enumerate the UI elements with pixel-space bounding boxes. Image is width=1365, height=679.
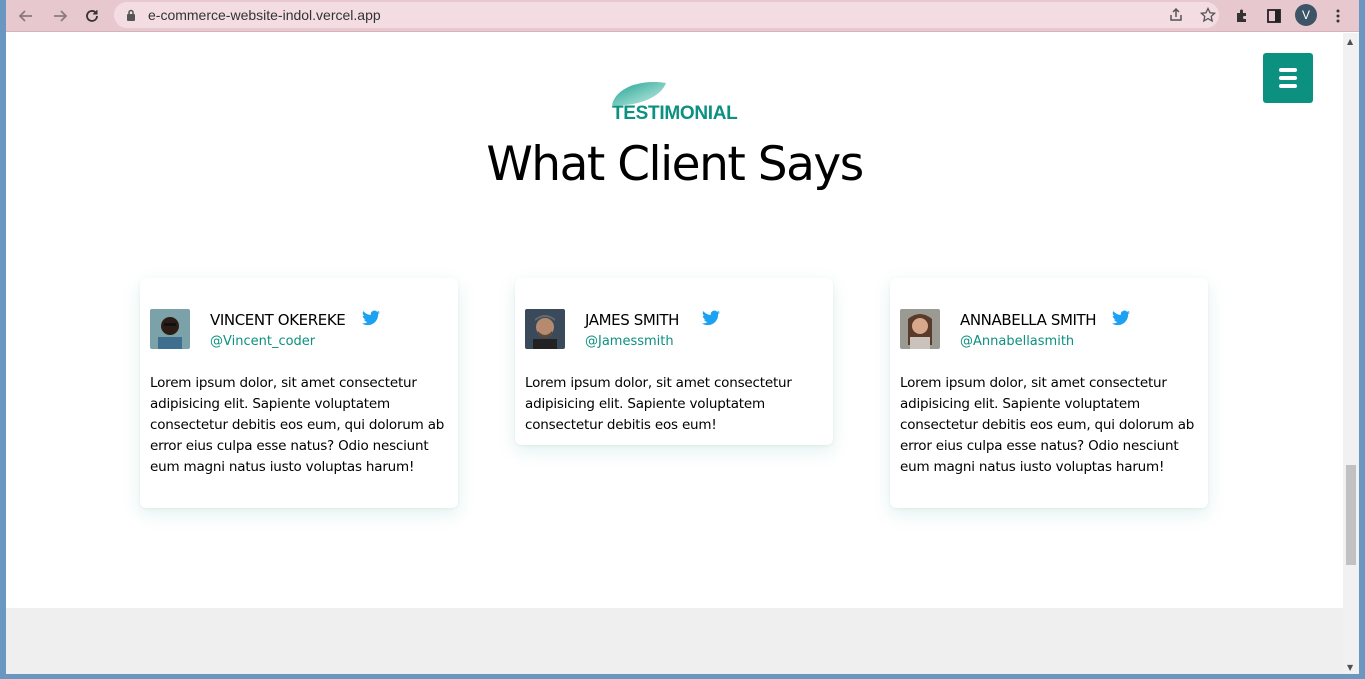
scroll-down-arrow-icon[interactable]: ▼ — [1347, 663, 1353, 672]
scrollbar-thumb[interactable] — [1346, 465, 1356, 565]
avatar — [150, 309, 190, 349]
menu-bar — [1279, 76, 1297, 80]
testimonial-text: Lorem ipsum dolor, sit amet consectetur … — [900, 375, 1195, 475]
twitter-icon[interactable] — [362, 310, 380, 326]
menu-bar — [1279, 68, 1297, 72]
client-handle[interactable]: @Jamessmith — [585, 334, 674, 349]
extensions-icon[interactable] — [1230, 4, 1254, 28]
scroll-up-arrow-icon[interactable]: ▲ — [1347, 37, 1353, 46]
menu-bar — [1279, 84, 1297, 88]
twitter-icon[interactable] — [702, 310, 720, 326]
browser-window: e-commerce-website-indol.vercel.app V TE… — [6, 0, 1359, 674]
forward-icon[interactable] — [48, 4, 72, 28]
url-text: e-commerce-website-indol.vercel.app — [148, 7, 381, 23]
address-bar[interactable]: e-commerce-website-indol.vercel.app — [114, 2, 1219, 28]
footer-band — [6, 608, 1343, 674]
share-icon[interactable] — [1164, 3, 1188, 27]
testimonial-page: TESTIMONIAL What Client Says VINCENT OKE… — [6, 33, 1343, 674]
avatar — [525, 309, 565, 349]
profile-avatar[interactable]: V — [1295, 4, 1317, 26]
client-name: VINCENT OKEREKE — [210, 311, 346, 329]
testimonial-text: Lorem ipsum dolor, sit amet consectetur … — [150, 375, 445, 475]
back-icon[interactable] — [14, 4, 38, 28]
hamburger-menu-button[interactable] — [1263, 53, 1313, 103]
avatar — [900, 309, 940, 349]
client-name: JAMES SMITH — [585, 311, 680, 329]
client-name: ANNABELLA SMITH — [960, 311, 1097, 329]
eyebrow-text: TESTIMONIAL — [612, 103, 738, 124]
testimonial-card: ANNABELLA SMITH @Annabellasmith Lorem ip… — [890, 278, 1208, 508]
lock-icon[interactable] — [126, 9, 136, 21]
testimonial-card: VINCENT OKEREKE @Vincent_coder Lorem ips… — [140, 278, 458, 508]
testimonial-card: JAMES SMITH @Jamessmith Lorem ipsum dolo… — [515, 278, 833, 445]
star-icon[interactable] — [1196, 3, 1220, 27]
section-eyebrow: TESTIMONIAL — [610, 81, 740, 127]
testimonial-text: Lorem ipsum dolor, sit amet consectetur … — [525, 375, 792, 433]
kebab-menu-icon[interactable] — [1326, 4, 1350, 28]
browser-toolbar: e-commerce-website-indol.vercel.app V — [6, 0, 1359, 32]
section-title: What Client Says — [486, 137, 864, 192]
twitter-icon[interactable] — [1112, 310, 1130, 326]
side-panel-icon[interactable] — [1262, 4, 1286, 28]
page-scrollbar[interactable]: ▲ ▼ — [1343, 33, 1359, 674]
client-handle[interactable]: @Vincent_coder — [210, 334, 315, 349]
client-handle[interactable]: @Annabellasmith — [960, 334, 1074, 349]
reload-icon[interactable] — [80, 4, 104, 28]
